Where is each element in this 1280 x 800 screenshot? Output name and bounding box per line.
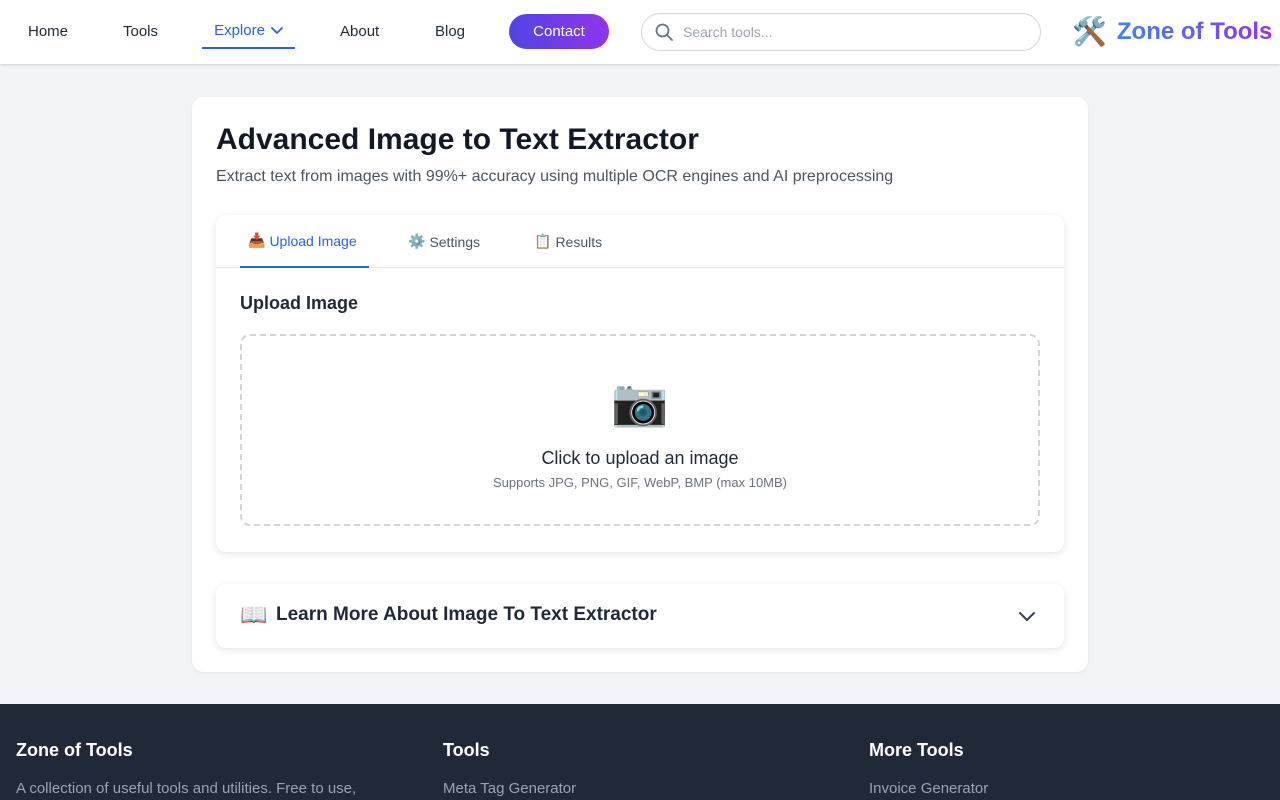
dropzone-hint: Supports JPG, PNG, GIF, WebP, BMP (max 1… (492, 475, 788, 490)
open-book-icon: 📖 (240, 602, 268, 627)
nav-tools-link[interactable]: Tools (123, 0, 158, 64)
tab-settings-label: Settings (429, 233, 481, 250)
nav-explore-dropdown[interactable]: Explore (202, 16, 295, 49)
footer-link-meta-tag-generator[interactable]: Meta Tag Generator (443, 780, 576, 797)
tab-upload-image[interactable]: 📥 Upload Image (240, 215, 369, 268)
main-card: Advanced Image to Text Extractor Extract… (192, 97, 1088, 672)
search-box[interactable] (641, 13, 1041, 51)
footer-brand-column: Zone of Tools A collection of useful too… (16, 740, 356, 797)
footer-tools-column: Tools Meta Tag Generator (443, 740, 576, 797)
tab-results[interactable]: 📋 Results (534, 215, 602, 268)
nav-about-link[interactable]: About (340, 0, 379, 64)
nav-home-link[interactable]: Home (28, 0, 68, 64)
tab-upload-image-label: Upload Image (269, 232, 357, 249)
camera-icon: 📷 (611, 376, 669, 428)
footer-tools-heading: Tools (443, 740, 490, 760)
nav-explore-label: Explore (214, 22, 265, 39)
tab-settings[interactable]: ⚙️ Settings (408, 215, 480, 268)
page-subtitle: Extract text from images with 99%+ accur… (216, 168, 894, 185)
brand-logo[interactable]: 🛠️ Zone of Tools (1072, 12, 1272, 52)
tab-bar: 📥 Upload Image ⚙️ Settings 📋 Results (216, 215, 1064, 268)
page-title: Advanced Image to Text Extractor (216, 123, 699, 156)
nav-blog-link[interactable]: Blog (435, 0, 465, 64)
footer-more-tools-column: More Tools Invoice Generator (869, 740, 988, 797)
contact-button[interactable]: Contact (509, 14, 609, 49)
footer-brand-text: A collection of useful tools and utiliti… (16, 780, 357, 797)
upload-section-heading: Upload Image (240, 293, 359, 313)
footer-brand-heading: Zone of Tools (16, 740, 133, 760)
clipboard-icon: 📋 (534, 233, 552, 249)
image-upload-dropzone[interactable]: 📷 Click to upload an image Supports JPG,… (240, 334, 1040, 526)
hammer-wrench-icon: 🛠️ (1072, 16, 1107, 47)
footer: Zone of Tools A collection of useful too… (0, 704, 1280, 800)
top-navigation-bar: Home Tools Explore About Blog Contact 🛠️… (0, 0, 1280, 64)
search-icon (655, 23, 673, 41)
learn-more-accordion[interactable]: 📖 Learn More About Image To Text Extract… (216, 584, 1064, 648)
footer-more-tools-heading: More Tools (869, 740, 964, 760)
gear-icon: ⚙️ (408, 233, 426, 249)
chevron-down-icon[interactable] (1018, 607, 1036, 625)
tab-results-label: Results (555, 233, 603, 250)
tool-panel: 📥 Upload Image ⚙️ Settings 📋 Results Upl… (216, 215, 1064, 552)
search-input[interactable] (683, 24, 1013, 40)
brand-name: Zone of Tools (1116, 18, 1273, 45)
dropzone-title: Click to upload an image (541, 448, 739, 468)
chevron-down-icon (271, 26, 283, 34)
footer-link-invoice-generator[interactable]: Invoice Generator (869, 780, 988, 797)
learn-more-title: Learn More About Image To Text Extractor (276, 604, 657, 625)
inbox-tray-icon: 📥 (248, 232, 266, 248)
